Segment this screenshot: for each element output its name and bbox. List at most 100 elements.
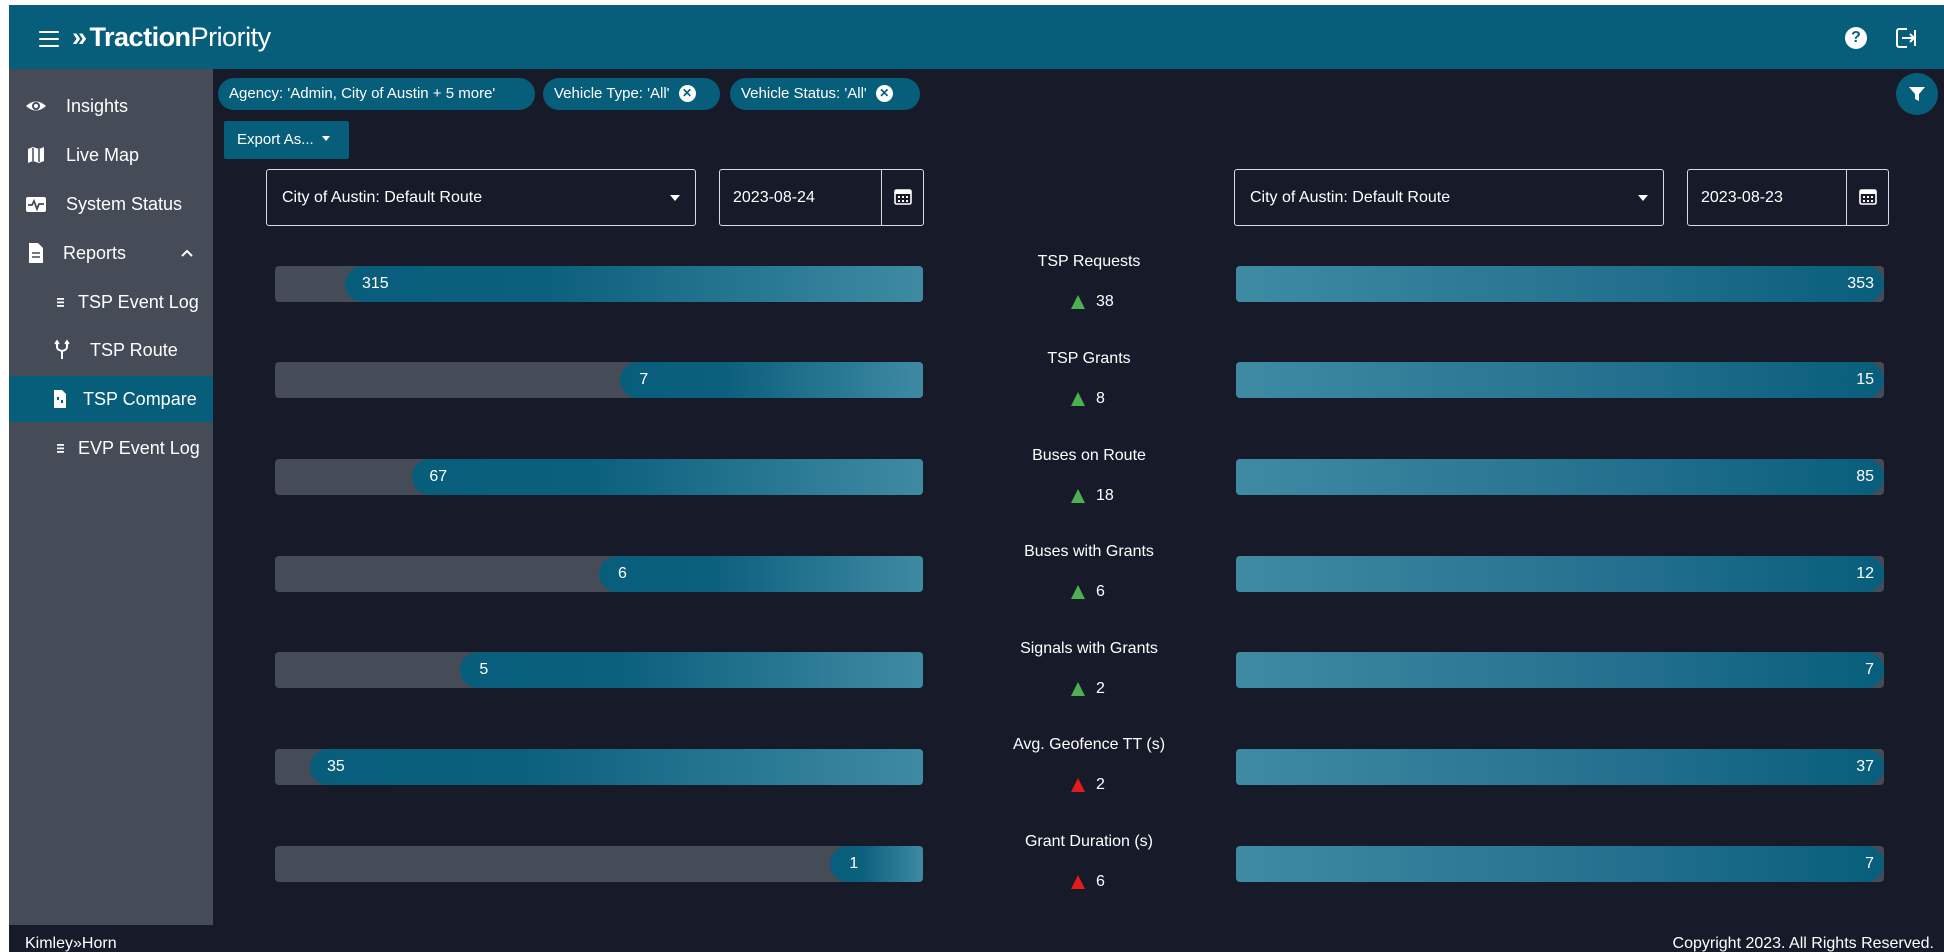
left-bar-fill: 315 xyxy=(344,266,923,302)
left-bar-value: 1 xyxy=(849,855,859,872)
filter-chip-label: Vehicle Type: 'All' xyxy=(554,85,670,102)
sidebar-item-insights[interactable]: Insights xyxy=(9,83,213,129)
filter-chip-vehicle-status[interactable]: Vehicle Status: 'All' ✕ xyxy=(730,78,920,110)
eye-icon xyxy=(25,95,47,117)
left-bar-fill: 67 xyxy=(412,459,923,495)
close-circle-icon[interactable]: ✕ xyxy=(678,84,696,102)
filter-chip-vehicle-type[interactable]: Vehicle Type: 'All' ✕ xyxy=(543,78,720,110)
right-date-field[interactable]: 2023-08-23 xyxy=(1687,169,1889,226)
metric-name: Buses on Route xyxy=(1032,447,1146,464)
left-bar-value: 67 xyxy=(429,468,448,485)
right-bar-track: 12 xyxy=(1236,556,1884,592)
metric-delta: 18 xyxy=(1059,487,1139,505)
sidebar-item-label: TSP Route xyxy=(90,340,178,360)
caret-down-icon xyxy=(670,195,680,201)
metric-delta-value: 6 xyxy=(1096,873,1105,890)
right-bar-fill: 353 xyxy=(1236,266,1884,302)
metric-name: TSP Requests xyxy=(1037,253,1141,270)
list-icon xyxy=(49,437,71,459)
filter-chip-agency[interactable]: Agency: 'Admin, City of Austin + 5 more' xyxy=(218,78,535,110)
metric-delta: 2 xyxy=(1059,680,1139,698)
right-bar-track: 7 xyxy=(1236,846,1884,882)
right-bar-value: 7 xyxy=(1865,855,1874,872)
right-bar-track: 37 xyxy=(1236,749,1884,785)
chevron-up-icon[interactable] xyxy=(179,245,195,261)
right-bar-fill: 85 xyxy=(1236,459,1884,495)
sidebar-item-tsp-event-log[interactable]: TSP Event Log xyxy=(9,279,213,325)
right-bar-track: 85 xyxy=(1236,459,1884,495)
right-route-select[interactable]: City of Austin: Default Route xyxy=(1234,169,1664,226)
sidebar: Insights Live Map System Status Reports … xyxy=(9,69,213,925)
top-bar: » TractionPriority ? xyxy=(9,5,1944,69)
filter-chip-label: Agency: 'Admin, City of Austin + 5 more' xyxy=(229,85,496,102)
left-bar-track: 6 xyxy=(275,556,923,592)
left-bar-value: 5 xyxy=(479,661,489,678)
left-date-value: 2023-08-24 xyxy=(733,189,815,206)
right-bar-track: 15 xyxy=(1236,362,1884,398)
sidebar-item-evp-event-log[interactable]: EVP Event Log xyxy=(9,425,213,471)
triangle-up-icon xyxy=(1071,682,1085,696)
left-bar-fill: 7 xyxy=(620,362,923,398)
company-logo-text: Kimley»Horn xyxy=(25,935,117,952)
sidebar-item-label: System Status xyxy=(66,194,183,214)
sidebar-item-label: TSP Compare xyxy=(83,389,197,409)
copyright-text: Copyright 2023. All Rights Reserved. xyxy=(1672,935,1934,952)
calendar-icon[interactable] xyxy=(881,170,923,225)
export-label: Export As... xyxy=(237,131,314,148)
metric-delta: 6 xyxy=(1059,873,1139,891)
left-bar-value: 6 xyxy=(618,565,627,582)
left-bar-fill: 35 xyxy=(310,749,923,785)
metric-delta: 6 xyxy=(1059,583,1139,601)
sidebar-item-system-status[interactable]: System Status xyxy=(9,181,213,227)
right-bar-value: 12 xyxy=(1856,565,1874,582)
left-bar-track: 1 xyxy=(275,846,923,882)
metric-name: Signals with Grants xyxy=(1020,640,1158,657)
compare-document-icon xyxy=(49,388,71,410)
triangle-up-icon xyxy=(1071,585,1085,599)
left-bar-track: 7 xyxy=(275,362,923,398)
left-bar-value: 315 xyxy=(361,275,389,292)
right-date-value: 2023-08-23 xyxy=(1701,189,1783,206)
calendar-icon[interactable] xyxy=(1846,170,1888,225)
logout-icon[interactable] xyxy=(1895,27,1917,49)
filter-button[interactable] xyxy=(1896,73,1938,115)
sidebar-item-reports[interactable]: Reports xyxy=(9,230,213,276)
left-bar-fill: 6 xyxy=(599,556,923,592)
sidebar-item-tsp-compare[interactable]: TSP Compare xyxy=(9,376,213,422)
triangle-up-icon xyxy=(1071,875,1085,889)
app-window: » TractionPriority ? Insights Live Map Sy… xyxy=(9,5,1944,952)
metric-delta: 38 xyxy=(1059,293,1139,311)
left-bar-fill: 1 xyxy=(830,846,923,882)
document-icon xyxy=(25,242,47,264)
close-circle-icon[interactable]: ✕ xyxy=(875,84,893,102)
right-route-value: City of Austin: Default Route xyxy=(1250,189,1451,206)
metric-delta-value: 2 xyxy=(1096,680,1105,697)
sidebar-item-label: TSP Event Log xyxy=(78,292,199,312)
left-bar-track: 35 xyxy=(275,749,923,785)
help-icon[interactable]: ? xyxy=(1845,27,1867,49)
metric-delta-value: 18 xyxy=(1096,487,1114,504)
right-bar-fill: 15 xyxy=(1236,362,1884,398)
sidebar-item-tsp-route[interactable]: TSP Route xyxy=(9,327,213,373)
left-date-field[interactable]: 2023-08-24 xyxy=(719,169,924,226)
triangle-up-icon xyxy=(1071,778,1085,792)
left-bar-track: 67 xyxy=(275,459,923,495)
triangle-up-icon xyxy=(1071,295,1085,309)
export-dropdown-button[interactable]: Export As... xyxy=(224,121,349,159)
right-bar-fill: 12 xyxy=(1236,556,1884,592)
caret-down-icon xyxy=(321,136,330,142)
right-bar-fill: 7 xyxy=(1236,652,1884,688)
sidebar-item-live-map[interactable]: Live Map xyxy=(9,132,213,178)
sidebar-item-label: Live Map xyxy=(66,145,140,165)
left-route-select[interactable]: City of Austin: Default Route xyxy=(266,169,696,226)
sidebar-item-label: Insights xyxy=(66,96,129,116)
right-bar-value: 15 xyxy=(1856,371,1874,388)
app-logo: » TractionPriority xyxy=(72,22,271,52)
right-bar-value: 37 xyxy=(1856,758,1874,775)
filter-chip-label: Vehicle Status: 'All' xyxy=(741,85,867,102)
hamburger-menu-icon[interactable] xyxy=(39,31,59,47)
metric-delta-value: 2 xyxy=(1096,776,1105,793)
list-icon xyxy=(49,291,71,313)
left-bar-value: 7 xyxy=(639,371,649,388)
right-bar-fill: 7 xyxy=(1236,846,1884,882)
